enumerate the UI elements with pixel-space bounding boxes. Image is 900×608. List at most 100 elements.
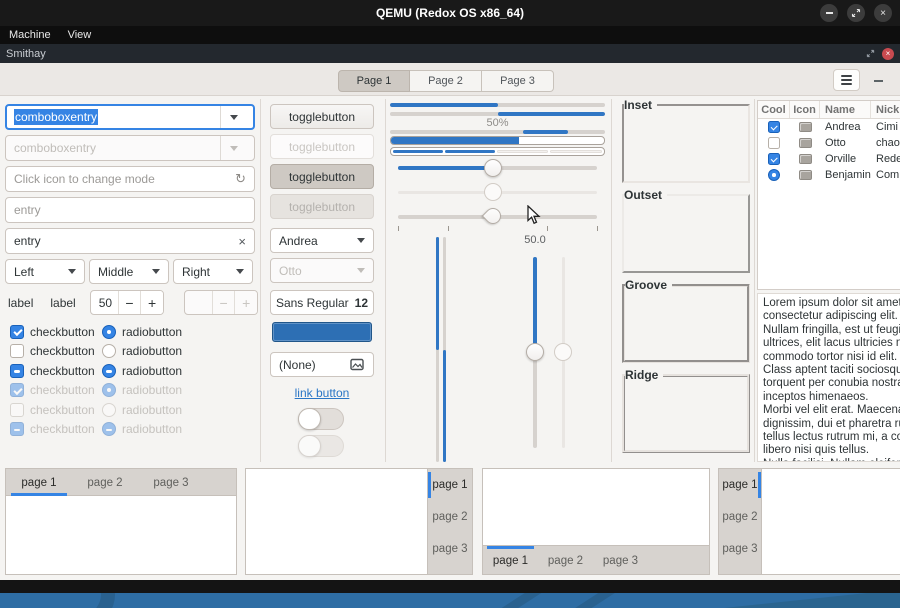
smithay-titlebar[interactable]: Smithay ×	[0, 44, 900, 63]
notebook-tab-page3[interactable]: page 3	[719, 533, 761, 565]
notebook-tab-page3[interactable]: page 3	[428, 533, 472, 565]
separator	[611, 99, 612, 462]
checkbutton-unchecked[interactable]: checkbutton	[10, 344, 102, 358]
scale-mark	[398, 226, 399, 231]
row-checkbox-unchecked[interactable]	[768, 137, 780, 149]
vscale-filled[interactable]	[526, 257, 544, 448]
combobox-dropdown-button[interactable]	[220, 106, 246, 128]
entry-plain[interactable]: entry	[5, 197, 255, 223]
checkbutton-checked[interactable]: checkbutton	[10, 325, 102, 339]
switch-off[interactable]	[298, 408, 344, 430]
entry-placeholder: entry	[14, 203, 41, 217]
combo-middle[interactable]: Middle	[89, 259, 169, 284]
minimize-dash-icon[interactable]	[874, 80, 883, 82]
spin-minus-button[interactable]: −	[118, 291, 141, 314]
clear-icon[interactable]: ×	[238, 234, 246, 249]
combo-right[interactable]: Right	[173, 259, 253, 284]
comboboxentry-focused[interactable]: comboboxentry	[5, 104, 255, 130]
restore-icon[interactable]	[847, 4, 865, 22]
color-button[interactable]	[272, 322, 372, 342]
tab-label: page 1	[432, 479, 467, 491]
checkbox-unchecked-icon	[10, 403, 24, 417]
radio-selected-icon[interactable]	[102, 325, 116, 339]
alignment-combos: Left Middle Right	[5, 259, 255, 284]
tab-page2[interactable]: Page 2	[410, 70, 482, 92]
hscale-filled[interactable]	[390, 159, 605, 177]
cell-nick: Reder	[871, 153, 900, 165]
row-radio-selected[interactable]	[768, 169, 780, 181]
table-row[interactable]: Orville Reder	[758, 151, 900, 167]
slider-knob	[484, 183, 502, 201]
spin-plus-button[interactable]: +	[140, 291, 163, 314]
refresh-icon[interactable]: ↻	[235, 171, 246, 187]
radio-unselected-icon[interactable]	[102, 344, 116, 358]
togglebutton-normal[interactable]: togglebutton	[270, 104, 374, 129]
menu-view[interactable]: View	[68, 29, 92, 41]
radiobutton-mixed[interactable]: radiobutton	[102, 364, 182, 378]
column-header-nick[interactable]: Nick	[871, 101, 900, 118]
row-checkbox-checked[interactable]	[768, 121, 780, 133]
table-row[interactable]: Benjamin Comp	[758, 167, 900, 183]
link-button[interactable]: link button	[270, 386, 374, 400]
tab-page3[interactable]: Page 3	[482, 70, 554, 92]
menu-button[interactable]	[833, 69, 860, 91]
column-header-icon[interactable]: Icon	[790, 101, 820, 118]
wallpaper-shape	[474, 593, 571, 608]
radiobutton-selected[interactable]: radiobutton	[102, 325, 182, 339]
notebook-tab-page2[interactable]: page 2	[538, 546, 593, 575]
slider-knob[interactable]	[482, 205, 505, 228]
checkbutton-checked-disabled: checkbutton	[10, 383, 102, 397]
checkbox-unchecked-icon[interactable]	[10, 344, 24, 358]
column-header-name[interactable]: Name	[820, 101, 871, 118]
combo-left[interactable]: Left	[5, 259, 85, 284]
check-radio-row-disabled: checkbutton radiobutton	[10, 381, 255, 401]
slider-knob[interactable]	[526, 343, 544, 361]
column-header-cool[interactable]: Cool	[758, 101, 790, 118]
togglebutton-active[interactable]: togglebutton	[270, 164, 374, 189]
image-icon	[799, 138, 812, 148]
spin-value[interactable]: 50	[91, 291, 118, 314]
switch-knob[interactable]	[298, 408, 321, 430]
checkbox-checked-icon[interactable]	[10, 325, 24, 339]
row-checkbox-checked[interactable]	[768, 153, 780, 165]
notebook-tab-page2[interactable]: page 2	[428, 501, 472, 533]
spin-value	[185, 291, 212, 314]
slider-knob[interactable]	[484, 159, 502, 177]
radiobutton-label: radiobutton	[122, 403, 182, 417]
notebook-tab-page2[interactable]: page 2	[72, 469, 138, 496]
tab-label: page 3	[603, 555, 638, 567]
radiobutton-selected-disabled: radiobutton	[102, 383, 182, 397]
notebook-tab-page1[interactable]: page 1	[428, 469, 472, 501]
hscale-with-marks[interactable]	[390, 207, 605, 225]
checkbutton-label: checkbutton	[30, 422, 95, 436]
tab-label: page 1	[493, 555, 528, 567]
checkbox-mixed-icon[interactable]	[10, 364, 24, 378]
table-row[interactable]: Otto chaot	[758, 135, 900, 151]
chevron-down-icon	[230, 115, 238, 120]
smithay-close-icon[interactable]: ×	[882, 48, 894, 60]
frames-column: Inset Outset Groove Ridge	[622, 96, 752, 465]
textview[interactable]: Lorem ipsum dolor sit amet, consectetur …	[757, 293, 900, 462]
entry-with-clear[interactable]: entry ×	[5, 228, 255, 254]
table-row[interactable]: Andrea Cimi	[758, 119, 900, 135]
entry-mode[interactable]: Click icon to change mode ↻	[5, 166, 255, 192]
minimize-icon[interactable]	[820, 4, 838, 22]
tab-page1[interactable]: Page 1	[338, 70, 410, 92]
notebook-tab-page3[interactable]: page 3	[138, 469, 204, 496]
radio-mixed-icon[interactable]	[102, 364, 116, 378]
notebook-tab-page3[interactable]: page 3	[593, 546, 648, 575]
frame-label: Outset	[624, 188, 667, 202]
radiobutton-unselected[interactable]: radiobutton	[102, 344, 182, 358]
close-icon[interactable]: ×	[874, 4, 892, 22]
font-button[interactable]: Sans Regular 12	[270, 290, 374, 315]
notebook-tab-page1[interactable]: page 1	[719, 469, 761, 501]
resize-icon[interactable]	[866, 49, 875, 58]
checkbutton-label: checkbutton	[30, 383, 95, 397]
checkbutton-mixed[interactable]: checkbutton	[10, 364, 102, 378]
notebook-tab-page1[interactable]: page 1	[483, 546, 538, 575]
file-chooser-button[interactable]: (None)	[270, 352, 374, 377]
notebook-tab-page1[interactable]: page 1	[6, 469, 72, 496]
combo-andrea[interactable]: Andrea	[270, 228, 374, 253]
menu-machine[interactable]: Machine	[9, 29, 51, 41]
notebook-tab-page2[interactable]: page 2	[719, 501, 761, 533]
